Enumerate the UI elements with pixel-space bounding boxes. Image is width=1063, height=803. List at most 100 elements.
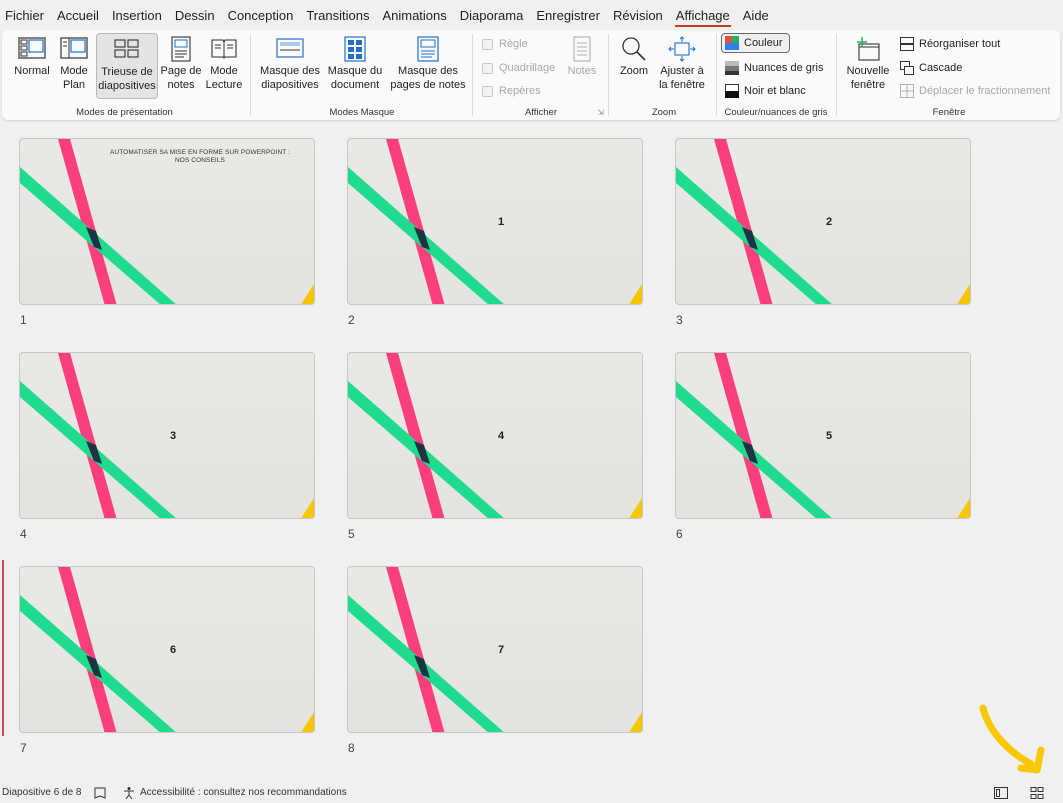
- group-label: Modes de présentation: [76, 107, 173, 118]
- move-split-icon: [900, 84, 914, 98]
- menu-tab-conception[interactable]: Conception: [227, 0, 303, 30]
- notes-page-icon: [167, 36, 195, 62]
- ribbon-separator: [472, 34, 473, 116]
- slide-thumbnail[interactable]: 3: [19, 352, 315, 519]
- slide-content-number: 6: [170, 644, 177, 656]
- menu-tab-dessin[interactable]: Dessin: [174, 0, 224, 30]
- slide-content-number: 7: [498, 644, 505, 656]
- ruler-checkbox[interactable]: Règle: [482, 34, 528, 54]
- slide-content-number: 4: [498, 430, 505, 442]
- new-window-label: Nouvelle fenêtre: [846, 65, 890, 91]
- fit-to-window-button[interactable]: Ajuster à la fenêtre: [656, 33, 708, 99]
- grayscale-icon: [725, 61, 739, 75]
- slide-thumbnail[interactable]: 5: [675, 352, 971, 519]
- checkbox-box: [482, 62, 493, 74]
- slide-index-label: 1: [20, 313, 27, 327]
- annotation-arrow-icon: [979, 704, 1045, 774]
- slide-thumbnail[interactable]: 6: [19, 566, 315, 733]
- reading-view-label: Mode Lecture: [205, 65, 243, 91]
- slide-stripes-graphic: [676, 353, 970, 518]
- reading-view-button[interactable]: Mode Lecture: [204, 33, 244, 99]
- slide-sorter-button[interactable]: Trieuse de diapositives: [96, 33, 158, 99]
- slide-stripes-graphic: [20, 567, 314, 732]
- new-window-icon: [854, 36, 882, 62]
- slide-master-button[interactable]: Masque des diapositives: [258, 33, 322, 99]
- ribbon-separator: [608, 34, 609, 116]
- accessibility-icon: [122, 786, 136, 800]
- fit-to-window-label: Ajuster à la fenêtre: [659, 65, 705, 91]
- accessibility-label: Accessibilité : consultez nos recommanda…: [140, 787, 347, 798]
- slide-sorter-status-button[interactable]: [1030, 783, 1048, 803]
- slide-counter[interactable]: Diapositive 6 de 8: [2, 783, 82, 803]
- gridlines-checkbox[interactable]: Quadrillage: [482, 58, 555, 78]
- outline-view-button[interactable]: Mode Plan: [56, 33, 92, 99]
- menu-tab-transitions[interactable]: Transitions: [305, 0, 378, 30]
- group-afficher: Règle Quadrillage Repères Notes Afficher…: [476, 30, 606, 120]
- notes-master-label: Masque des pages de notes: [390, 65, 466, 91]
- normal-view-label: Normal: [14, 65, 50, 77]
- menu-tab-affichage[interactable]: Affichage: [674, 0, 739, 30]
- menu-tab-fichier[interactable]: Fichier: [4, 0, 53, 30]
- cascade-button[interactable]: Cascade: [900, 58, 962, 78]
- reading-view-icon: [210, 36, 238, 62]
- slide-sorter-label: Trieuse de diapositives: [98, 66, 156, 92]
- cascade-label: Cascade: [919, 62, 963, 74]
- grayscale-label: Nuances de gris: [744, 62, 824, 74]
- slide-index-label: 5: [348, 527, 355, 541]
- proofing-book-icon: [93, 786, 107, 800]
- move-split-label: Déplacer le fractionnement: [919, 85, 1051, 97]
- notes-master-icon: [414, 36, 442, 62]
- handout-master-button[interactable]: Masque du document: [324, 33, 386, 99]
- menu-tab-aide[interactable]: Aide: [742, 0, 778, 30]
- normal-view-status-button[interactable]: [994, 783, 1012, 803]
- dialog-launcher-icon[interactable]: ⇲: [597, 108, 604, 117]
- notes-button[interactable]: Notes: [564, 33, 600, 99]
- gridlines-label: Quadrillage: [499, 62, 556, 74]
- group-modes-masque: Masque des diapositives Masque du docume…: [254, 30, 470, 120]
- handout-master-label: Masque du document: [327, 65, 383, 91]
- arrange-all-button[interactable]: Réorganiser tout: [900, 34, 1000, 54]
- notes-icon: [568, 36, 596, 62]
- checkbox-box: [482, 38, 493, 50]
- normal-view-button[interactable]: Normal: [10, 33, 54, 99]
- slide-content-number: 5: [826, 430, 833, 442]
- slide-index-label: 4: [20, 527, 27, 541]
- menu-tab-insertion[interactable]: Insertion: [111, 0, 171, 30]
- new-window-button[interactable]: Nouvelle fenêtre: [842, 33, 894, 99]
- menu-tab-revision[interactable]: Révision: [612, 0, 672, 30]
- color-swatch-icon: [725, 36, 739, 50]
- notes-page-button[interactable]: Page de notes: [160, 33, 202, 99]
- guides-checkbox[interactable]: Repères: [482, 81, 541, 101]
- ribbon-separator: [250, 34, 251, 116]
- normal-view-status-icon: [994, 786, 1008, 800]
- grayscale-button[interactable]: Nuances de gris: [725, 58, 824, 78]
- menu-tab-accueil[interactable]: Accueil: [56, 0, 108, 30]
- menu-tab-enregistrer[interactable]: Enregistrer: [535, 0, 609, 30]
- menu-tab-diaporama[interactable]: Diaporama: [459, 0, 533, 30]
- slide-thumbnail[interactable]: 1: [347, 138, 643, 305]
- accessibility-button[interactable]: Accessibilité : consultez nos recommanda…: [122, 783, 347, 803]
- color-label: Couleur: [744, 37, 783, 49]
- slide-index-label: 8: [348, 741, 355, 755]
- slide-content-number: 1: [498, 216, 505, 228]
- move-split-button[interactable]: Déplacer le fractionnement: [900, 81, 1050, 101]
- fit-window-icon: [668, 36, 696, 62]
- menu-tab-animations[interactable]: Animations: [381, 0, 455, 30]
- black-white-button[interactable]: Noir et blanc: [725, 81, 806, 101]
- slide-thumbnail[interactable]: AUTOMATISER SA MISE EN FORME SUR POWERPO…: [19, 138, 315, 305]
- spelling-check-button[interactable]: [93, 783, 111, 803]
- magnifier-icon: [620, 36, 648, 62]
- group-couleur: Couleur Nuances de gris Noir et blanc Co…: [718, 30, 834, 120]
- slide-content-number: 2: [826, 216, 833, 228]
- outline-view-icon: [60, 36, 88, 62]
- color-button[interactable]: Couleur: [721, 33, 790, 53]
- slide-thumbnail[interactable]: 2: [675, 138, 971, 305]
- slide-title: AUTOMATISER SA MISE EN FORME SUR POWERPO…: [109, 149, 291, 164]
- menu-bar: Fichier Accueil Insertion Dessin Conception T…: [0, 0, 1063, 30]
- slide-thumbnail[interactable]: 7: [347, 566, 643, 733]
- status-bar: Diapositive 6 de 8 Accessibilité : consu…: [0, 783, 1063, 803]
- notes-master-button[interactable]: Masque des pages de notes: [388, 33, 468, 99]
- zoom-button[interactable]: Zoom: [616, 33, 652, 99]
- slide-stripes-graphic: [348, 139, 642, 304]
- slide-thumbnail[interactable]: 4: [347, 352, 643, 519]
